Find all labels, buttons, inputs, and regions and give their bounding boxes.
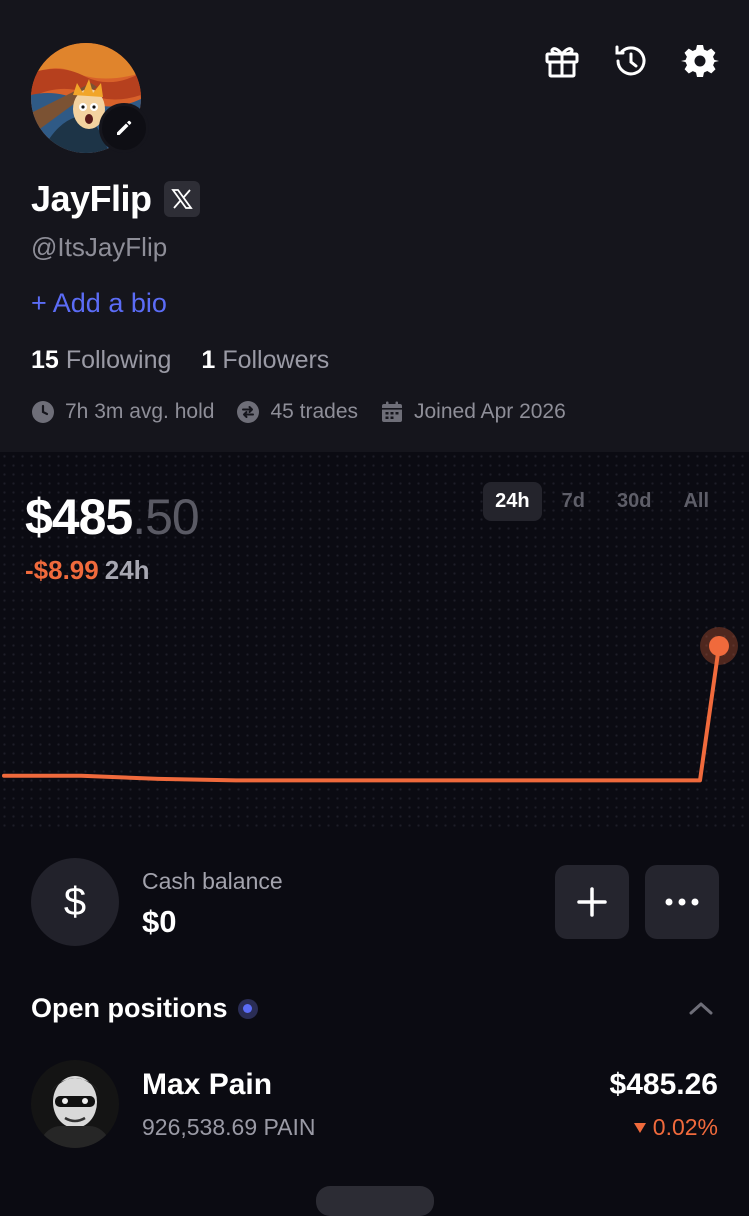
follow-stats: 15 Following 1 Followers: [31, 346, 329, 375]
position-row[interactable]: Max Pain 926,538.69 PAIN $485.26 0.02%: [0, 1058, 749, 1150]
range-tab-30d[interactable]: 30d: [605, 482, 663, 521]
profile-avatar-container[interactable]: [31, 43, 149, 153]
avg-hold-stat: 7h 3m avg. hold: [31, 400, 214, 424]
edit-avatar-button[interactable]: [99, 103, 149, 153]
history-button[interactable]: [612, 42, 650, 80]
clock-icon: [32, 401, 54, 423]
open-positions-title: Open positions: [31, 993, 228, 1023]
cash-balance-value: $0: [142, 904, 177, 939]
balance-whole: $485: [25, 489, 133, 545]
deposit-button[interactable]: [555, 865, 629, 939]
settings-button[interactable]: [681, 42, 719, 80]
series-line: [2, 644, 721, 783]
balance-cents: .50: [132, 489, 200, 545]
trades-text: 45 trades: [270, 400, 358, 423]
profile-header: JayFlip @ItsJayFlip + Add a bio 15 Follow…: [0, 0, 749, 452]
following-label: Following: [65, 346, 172, 374]
add-bio-link[interactable]: + Add a bio: [31, 288, 167, 319]
position-change: 0.02%: [633, 1114, 718, 1141]
live-indicator-icon: [237, 998, 258, 1019]
range-tab-all[interactable]: All: [671, 482, 721, 521]
gift-icon: [545, 47, 579, 78]
change-value: -$8.99: [25, 555, 99, 585]
position-change-text: 0.02%: [652, 1114, 718, 1140]
triangle-down-icon: [633, 1122, 646, 1133]
header-actions: [543, 42, 719, 80]
dollar-icon: $: [31, 858, 119, 946]
portfolio-change: -$8.99 24h: [25, 555, 150, 586]
range-tab-7d[interactable]: 7d: [550, 482, 597, 521]
token-avatar: [31, 1060, 119, 1148]
rewards-button[interactable]: [543, 42, 581, 80]
position-amount: 926,538.69 PAIN: [142, 1114, 316, 1140]
x-logo-icon: [170, 189, 193, 209]
followers-link[interactable]: 1 Followers: [201, 346, 329, 375]
gear-icon: [681, 45, 719, 77]
history-icon: [615, 45, 646, 76]
x-link-button[interactable]: [163, 181, 200, 217]
following-count: 15: [31, 346, 59, 374]
open-positions-header[interactable]: Open positions: [31, 993, 258, 1024]
profile-stats: 7h 3m avg. hold 45 trades Joined Apr 202…: [31, 400, 566, 424]
bottom-handle: [316, 1186, 434, 1216]
swap-icon: [237, 401, 260, 423]
plus-icon: [577, 887, 607, 917]
followers-count: 1: [201, 346, 216, 374]
position-value: $485.26: [609, 1068, 718, 1101]
profile-handle: @ItsJayFlip: [31, 232, 168, 262]
portfolio-chart-section: $485.50 -$8.99 24h 24h 7d 30d All: [0, 452, 749, 832]
position-name: Max Pain: [142, 1068, 273, 1101]
calendar-icon: [382, 401, 402, 422]
more-options-button[interactable]: [645, 865, 719, 939]
portfolio-balance: $485.50: [25, 488, 200, 546]
collapse-positions-button[interactable]: [688, 1000, 714, 1021]
following-link[interactable]: 15 Following: [31, 346, 171, 375]
cash-balance-section: $ Cash balance $0: [0, 832, 749, 972]
avg-hold-text: 7h 3m avg. hold: [65, 400, 215, 423]
name-row: JayFlip: [31, 178, 200, 220]
more-dots-icon: [665, 898, 699, 906]
current-point: [709, 636, 729, 656]
cash-balance-label: Cash balance: [142, 868, 283, 894]
chevron-up-icon: [689, 1002, 713, 1015]
trades-stat: 45 trades: [236, 400, 358, 424]
change-period: 24h: [104, 555, 150, 585]
pencil-icon: [117, 120, 132, 135]
profile-name: JayFlip: [31, 178, 152, 219]
range-tab-24h[interactable]: 24h: [483, 482, 542, 521]
followers-label: Followers: [222, 346, 330, 374]
joined-text: Joined Apr 2026: [414, 400, 566, 423]
range-selector: 24h 7d 30d All: [483, 482, 721, 521]
joined-stat: Joined Apr 2026: [380, 400, 566, 424]
